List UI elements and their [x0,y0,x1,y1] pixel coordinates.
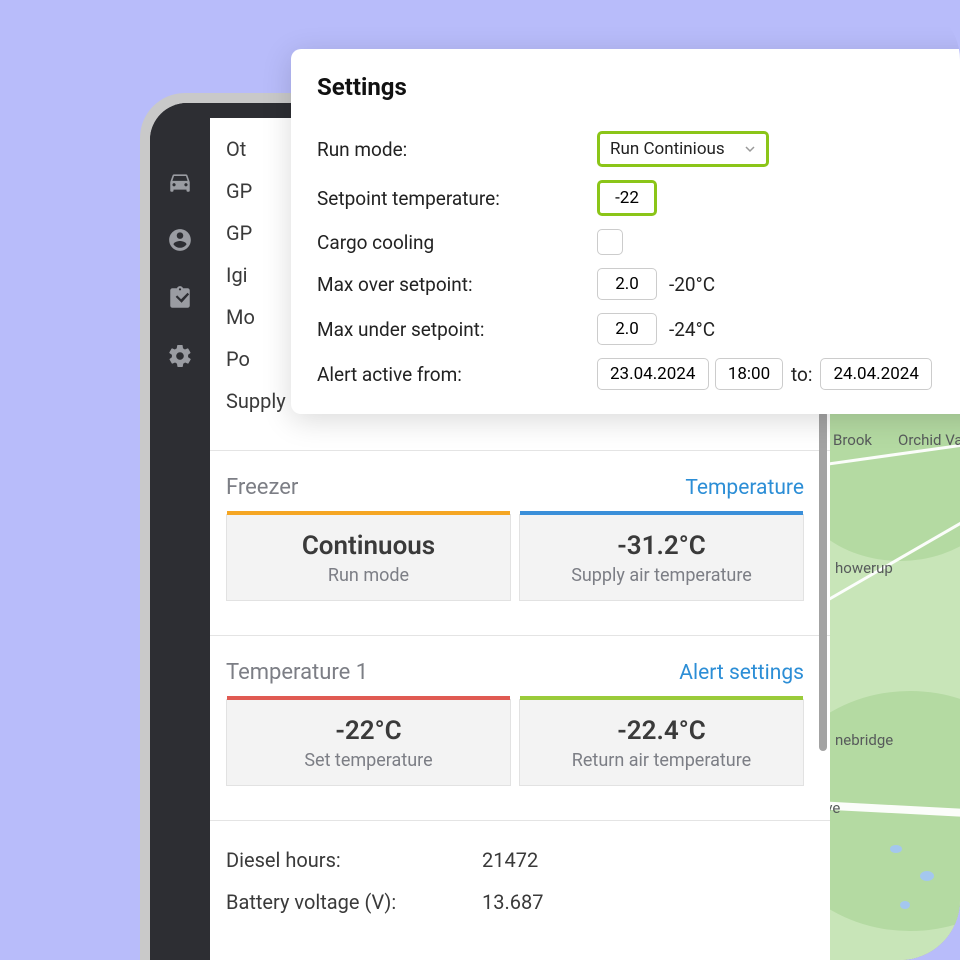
card-accent [227,511,510,515]
run-mode-value: Continuous [235,531,502,561]
max-over-label: Max over setpoint: [317,273,597,296]
alert-to-date-input[interactable] [820,358,932,390]
run-mode-label: Run mode: [317,138,597,161]
return-air-value: -22.4°C [528,716,795,746]
setpoint-label: Setpoint temperature: [317,187,597,210]
setpoint-input[interactable] [597,180,657,216]
temperature-link[interactable]: Temperature [685,476,804,500]
sidebar [150,103,210,960]
map-water [920,871,934,881]
battery-voltage-value: 13.687 [482,890,543,914]
run-mode-label: Run mode [235,565,502,586]
car-icon [167,169,193,195]
max-over-row: Max over setpoint: -20°C [317,268,960,300]
settings-title: Settings [317,73,960,101]
clipboard-icon [167,285,193,311]
run-mode-row: Run mode: Run Continious [317,131,960,167]
scrollbar-thumb[interactable] [819,411,827,751]
diesel-hours-label: Diesel hours: [226,848,476,872]
gear-icon [167,343,193,369]
map-water [890,845,902,853]
cargo-cooling-checkbox[interactable] [597,229,623,255]
max-over-input[interactable] [597,268,657,300]
supply-air-value: -31.2°C [528,531,795,561]
map-label: Orchid Va [898,431,960,449]
settings-panel: Settings Run mode: Run Continious Setpoi… [291,49,960,414]
set-temp-value: -22°C [235,716,502,746]
map-label: nebridge [835,731,893,749]
diesel-hours-value: 21472 [482,848,538,872]
battery-voltage-label: Battery voltage (V): [226,890,476,914]
alert-active-label: Alert active from: [317,363,597,386]
sidebar-item-profile[interactable] [150,211,210,269]
map[interactable]: Brook Orchid Va howerup nebridge rve [830,411,960,960]
setpoint-row: Setpoint temperature: [317,180,960,216]
max-over-result: -20°C [669,273,715,296]
supply-air-card: -31.2°C Supply air temperature [519,514,804,601]
scrollbar[interactable] [818,411,828,960]
map-water [900,901,910,909]
freezer-title: Freezer [226,475,298,500]
set-temp-card: -22°C Set temperature [226,699,511,786]
set-temp-label: Set temperature [235,750,502,771]
return-air-card: -22.4°C Return air temperature [519,699,804,786]
alert-active-row: Alert active from: to: [317,358,960,390]
temp1-title: Temperature 1 [226,660,368,685]
max-under-input[interactable] [597,313,657,345]
supply-air-label: Supply air temperature [528,565,795,586]
cargo-cooling-row: Cargo cooling [317,229,960,255]
alert-settings-link[interactable]: Alert settings [679,661,804,685]
card-accent [520,511,803,515]
sidebar-item-tasks[interactable] [150,269,210,327]
card-accent [520,696,803,700]
map-label: howerup [835,559,893,577]
map-label: rve [830,799,840,817]
chevron-down-icon [744,143,756,155]
sidebar-item-vehicle[interactable] [150,153,210,211]
alert-to-label: to: [791,363,812,386]
max-under-result: -24°C [669,318,715,341]
run-mode-select[interactable]: Run Continious [597,131,769,167]
cargo-cooling-label: Cargo cooling [317,231,597,254]
card-accent [227,696,510,700]
sidebar-item-settings[interactable] [150,327,210,385]
run-mode-value: Run Continious [610,139,725,159]
alert-from-date-input[interactable] [597,358,709,390]
alert-from-time-input[interactable] [715,358,783,390]
max-under-label: Max under setpoint: [317,318,597,341]
return-air-label: Return air temperature [528,750,795,771]
map-label: Brook [833,431,872,449]
run-mode-card: Continuous Run mode [226,514,511,601]
user-icon [167,227,193,253]
max-under-row: Max under setpoint: -24°C [317,313,960,345]
